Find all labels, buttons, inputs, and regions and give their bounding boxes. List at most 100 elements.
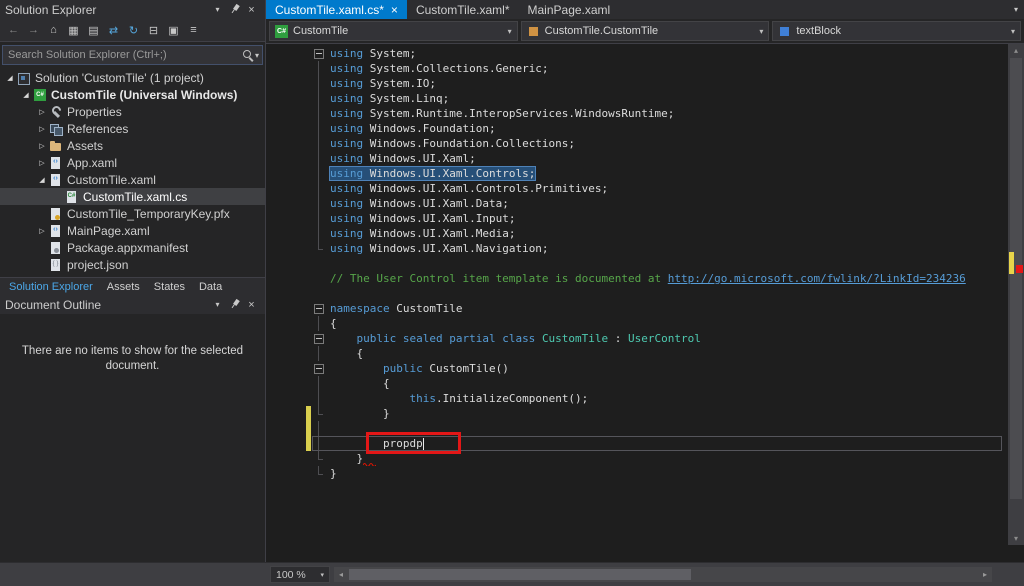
zoom-control[interactable]: 100 % ▾	[270, 566, 330, 583]
fold-collapse-icon[interactable]	[312, 46, 325, 61]
window-menu-icon[interactable]: ▾	[209, 2, 226, 17]
code-line[interactable]: // The User Control item template is doc…	[266, 271, 1008, 286]
search-dropdown-icon[interactable]: ▾	[255, 51, 259, 60]
search-input[interactable]	[3, 49, 242, 61]
expand-arrow-icon[interactable]: ▷	[36, 142, 48, 150]
code-line[interactable]: using Windows.UI.Xaml;	[266, 151, 1008, 166]
tree-item[interactable]: ▷ References	[0, 120, 265, 137]
code-line[interactable]: using Windows.Foundation;	[266, 121, 1008, 136]
tree-item[interactable]: ◢ CustomTile.xaml	[0, 171, 265, 188]
member-dropdown[interactable]: textBlock ▾	[772, 21, 1022, 41]
code-line[interactable]: using Windows.Foundation.Collections;	[266, 136, 1008, 151]
code-line[interactable]: public CustomTile()	[266, 361, 1008, 376]
expand-arrow-icon[interactable]: ▷	[36, 227, 48, 235]
editor-tab[interactable]: CustomTile.xaml*	[407, 0, 519, 19]
code-line[interactable]: this.InitializeComponent();	[266, 391, 1008, 406]
search-icon[interactable]	[242, 49, 255, 62]
panel-tab[interactable]: Data	[192, 278, 229, 295]
code-line[interactable]	[266, 256, 1008, 271]
code-line[interactable]: {	[266, 346, 1008, 361]
scroll-left-icon[interactable]: ◂	[334, 567, 348, 582]
tree-item[interactable]: Package.appxmanifest	[0, 239, 265, 256]
close-icon[interactable]: ×	[243, 297, 260, 312]
tree-item[interactable]: ▷ Properties	[0, 103, 265, 120]
tree-item[interactable]: ▷ MainPage.xaml	[0, 222, 265, 239]
vertical-scrollbar-thumb[interactable]	[1010, 58, 1022, 499]
code-editor[interactable]: using System; using System.Collections.Ge…	[266, 44, 1008, 545]
vertical-scrollbar[interactable]: ▴ ▾	[1008, 44, 1024, 545]
code-line[interactable]: using Windows.UI.Xaml.Data;	[266, 196, 1008, 211]
sync-with-active-document-icon[interactable]: ⇄	[104, 21, 123, 40]
collapse-arrow-icon[interactable]: ◢	[20, 91, 32, 99]
code-line[interactable]: {	[266, 316, 1008, 331]
pin-icon[interactable]	[226, 2, 243, 17]
scroll-down-icon[interactable]: ▾	[1008, 532, 1024, 545]
fold-collapse-icon[interactable]	[312, 331, 325, 346]
editor-tab[interactable]: CustomTile.xaml.cs* ×	[266, 0, 407, 19]
type-dropdown[interactable]: CustomTile.CustomTile ▾	[520, 21, 770, 41]
expand-arrow-icon[interactable]: ▷	[36, 108, 48, 116]
code-line[interactable]: using Windows.UI.Xaml.Controls;	[266, 166, 1008, 181]
scroll-up-icon[interactable]: ▴	[1008, 44, 1024, 57]
code-line[interactable]: }	[266, 406, 1008, 421]
field-icon	[778, 25, 791, 38]
code-line[interactable]: public sealed partial class CustomTile :…	[266, 331, 1008, 346]
collapse-arrow-icon[interactable]: ◢	[36, 176, 48, 184]
editor-tab[interactable]: MainPage.xaml	[519, 0, 620, 19]
tree-item[interactable]: ◢ Solution 'CustomTile' (1 project)	[0, 69, 265, 86]
code-line[interactable]: using System;	[266, 46, 1008, 61]
document-list-dropdown-icon[interactable]: ▾	[1008, 0, 1024, 19]
code-line[interactable]: }	[266, 466, 1008, 481]
tree-item[interactable]: ▷ App.xaml	[0, 154, 265, 171]
close-tab-icon[interactable]: ×	[391, 4, 398, 16]
cs-file-icon	[64, 190, 80, 204]
forward-icon[interactable]: →	[24, 21, 43, 40]
back-icon[interactable]: ←	[4, 21, 23, 40]
references-icon	[48, 122, 64, 136]
panel-tab[interactable]: Solution Explorer	[2, 278, 100, 295]
show-all-files-icon[interactable]: ▣	[164, 21, 183, 40]
tree-item[interactable]: CustomTile_TemporaryKey.pfx	[0, 205, 265, 222]
code-line[interactable]: using Windows.UI.Xaml.Media;	[266, 226, 1008, 241]
fold-collapse-icon[interactable]	[312, 361, 325, 376]
fold-collapse-icon[interactable]	[312, 301, 325, 316]
project-dropdown[interactable]: CustomTile ▾	[269, 21, 518, 41]
code-line[interactable]: using Windows.UI.Xaml.Controls.Primitive…	[266, 181, 1008, 196]
panel-tab[interactable]: States	[147, 278, 192, 295]
expand-arrow-icon[interactable]: ▷	[36, 125, 48, 133]
collapse-arrow-icon[interactable]: ◢	[4, 74, 16, 82]
code-line[interactable]: using Windows.UI.Xaml.Input;	[266, 211, 1008, 226]
code-line[interactable]: using System.Collections.Generic;	[266, 61, 1008, 76]
code-line[interactable]: using Windows.UI.Xaml.Navigation;	[266, 241, 1008, 256]
tree-item[interactable]: project.json	[0, 256, 265, 273]
tree-item[interactable]: CustomTile.xaml.cs	[0, 188, 265, 205]
fold-guide	[312, 286, 325, 301]
horizontal-scrollbar[interactable]: ◂ ▸	[334, 567, 992, 582]
code-line[interactable]: namespace CustomTile	[266, 301, 1008, 316]
refresh-icon[interactable]: ↻	[124, 21, 143, 40]
tree-item[interactable]: ◢ CustomTile (Universal Windows)	[0, 86, 265, 103]
pin-icon[interactable]	[226, 297, 243, 312]
code-line[interactable]: {	[266, 376, 1008, 391]
close-icon[interactable]: ×	[243, 2, 260, 17]
scrollbar-error-marker	[1016, 265, 1023, 273]
code-line[interactable]: using System.IO;	[266, 76, 1008, 91]
comment-link[interactable]: http://go.microsoft.com/fwlink/?LinkId=2…	[668, 272, 966, 285]
code-line[interactable]: using System.Linq;	[266, 91, 1008, 106]
panel-tab[interactable]: Assets	[100, 278, 147, 295]
collapse-all-icon[interactable]: ⊟	[144, 21, 163, 40]
tree-item-label: project.json	[67, 257, 129, 272]
window-menu-icon[interactable]: ▾	[209, 297, 226, 312]
pending-changes-filter-icon[interactable]: ▤	[84, 21, 103, 40]
properties-icon[interactable]: ≡	[184, 21, 203, 40]
scroll-right-icon[interactable]: ▸	[978, 567, 992, 582]
code-line[interactable]: using System.Runtime.InteropServices.Win…	[266, 106, 1008, 121]
horizontal-scrollbar-thumb[interactable]	[349, 569, 692, 580]
tree-item[interactable]: ▷ Assets	[0, 137, 265, 154]
expand-arrow-icon[interactable]: ▷	[36, 159, 48, 167]
code-line[interactable]	[266, 286, 1008, 301]
solution-icon	[16, 71, 32, 85]
home-icon[interactable]: ⌂	[44, 21, 63, 40]
editor-navigation-bar: CustomTile ▾ CustomTile.CustomTile ▾ tex…	[266, 19, 1024, 44]
switch-views-icon[interactable]: ▦	[64, 21, 83, 40]
